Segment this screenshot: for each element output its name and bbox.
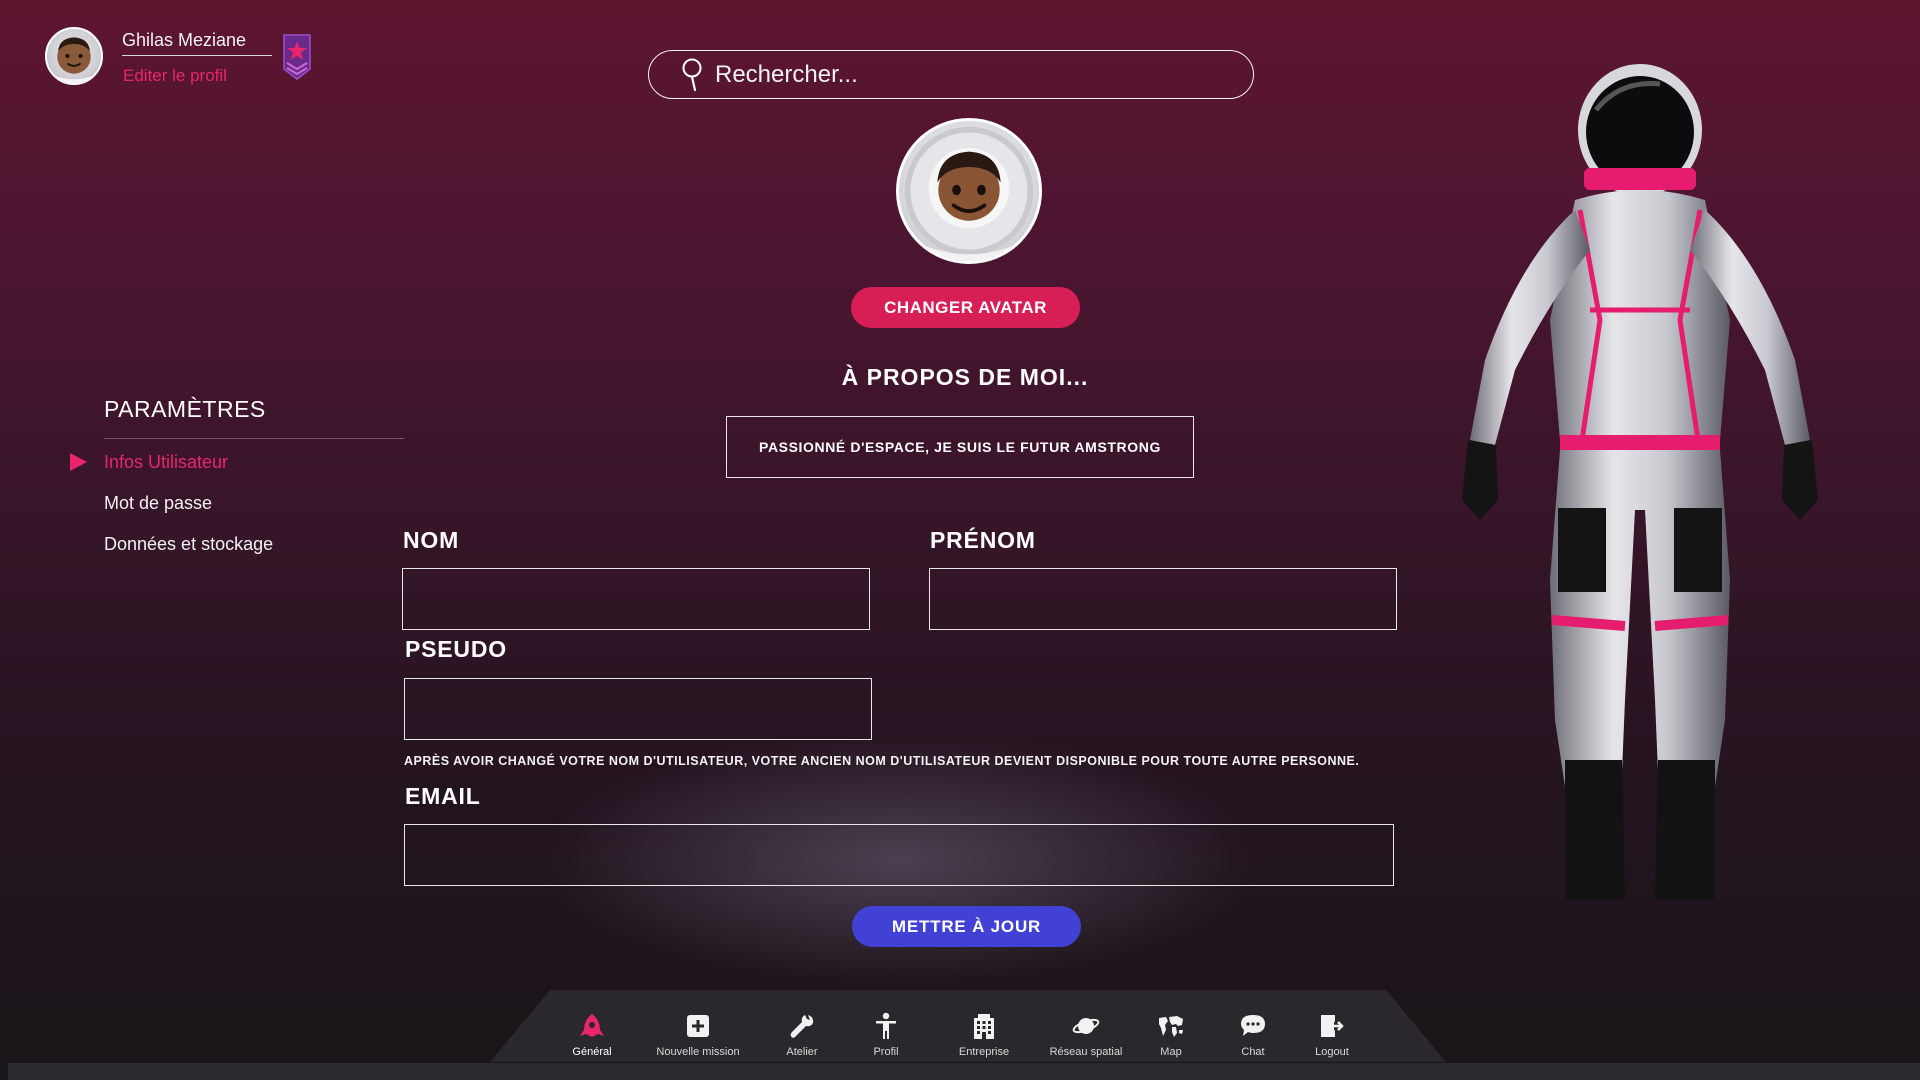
astronaut-face-icon [904,126,1034,261]
nav-label-general: Général [572,1046,612,1058]
settings-title: PARAMÈTRES [104,396,266,422]
nom-label: NOM [403,527,460,553]
nav-label-chat: Chat [1241,1046,1265,1058]
nav-label-profil: Profil [873,1046,899,1058]
nav-label-logout: Logout [1315,1046,1349,1058]
astronaut-face-icon [54,37,94,83]
email-label: EMAIL [405,783,481,809]
nav-label-nouvelle-mission: Nouvelle mission [656,1046,740,1058]
nav-label-entreprise: Entreprise [958,1046,1010,1058]
settings-divider [104,438,404,439]
edit-profile-link[interactable]: Editer le profil [123,66,227,86]
update-button[interactable]: METTRE À JOUR [852,906,1081,947]
email-input[interactable] [404,824,1394,886]
active-arrow-icon [70,453,87,471]
nav-label-map: Map [1160,1046,1182,1058]
nav-entreprise[interactable]: Entreprise [938,990,1030,1062]
plus-square-icon [687,1015,709,1037]
nav-label-atelier: Atelier [786,1046,818,1058]
nav-label-reseau-spatial: Réseau spatial [1049,1046,1123,1058]
rocket-icon [580,1014,604,1037]
world-map-icon [1159,1016,1183,1037]
bottom-bar [8,1063,1920,1080]
settings-item-infos-utilisateur[interactable]: Infos Utilisateur [104,452,228,473]
pseudo-input[interactable] [404,678,872,740]
nav-logout[interactable]: Logout [1296,990,1368,1062]
nav-general[interactable]: Général [552,990,632,1062]
user-name-divider [122,55,272,56]
astronaut-illustration [1462,64,1818,900]
chat-bubble-icon [1241,1015,1265,1036]
building-icon [974,1014,994,1039]
prenom-label: PRÉNOM [930,527,1036,553]
bio-text: PASSIONNÉ D'ESPACE, JE SUIS LE FUTUR AMS… [759,438,1161,455]
prenom-input[interactable] [929,568,1397,630]
nav-map[interactable]: Map [1138,990,1204,1062]
planet-icon [1072,1018,1100,1034]
settings-item-donnees-stockage[interactable]: Données et stockage [104,534,273,555]
user-name: Ghilas Meziane [122,30,247,50]
nav-atelier[interactable]: Atelier [762,990,842,1062]
change-avatar-button[interactable]: CHANGER AVATAR [851,287,1080,328]
pseudo-label: PSEUDO [405,636,507,662]
person-icon [876,1012,896,1039]
search-icon [682,58,702,91]
bottom-navbar: Général Nouvelle mission Atelier Profil [490,990,1446,1062]
nav-reseau-spatial[interactable]: Réseau spatial [1038,990,1134,1062]
user-avatar[interactable] [45,27,103,85]
nav-nouvelle-mission[interactable]: Nouvelle mission [642,990,754,1062]
nav-profil[interactable]: Profil [846,990,926,1062]
logout-icon [1321,1015,1344,1037]
wrench-icon [790,1015,814,1038]
nom-input[interactable] [402,568,870,630]
settings-item-mot-de-passe[interactable]: Mot de passe [104,493,212,514]
bio-field[interactable]: PASSIONNÉ D'ESPACE, JE SUIS LE FUTUR AMS… [726,416,1194,478]
rank-badge-icon [283,34,311,80]
about-me-title: À PROPOS DE MOI... [841,364,1089,390]
profile-avatar [896,118,1042,264]
search-input[interactable] [715,60,1195,89]
nav-chat[interactable]: Chat [1220,990,1286,1062]
search-bar[interactable] [648,50,1254,99]
pseudo-notice: APRÈS AVOIR CHANGÉ VOTRE NOM D'UTILISATE… [404,754,1360,768]
